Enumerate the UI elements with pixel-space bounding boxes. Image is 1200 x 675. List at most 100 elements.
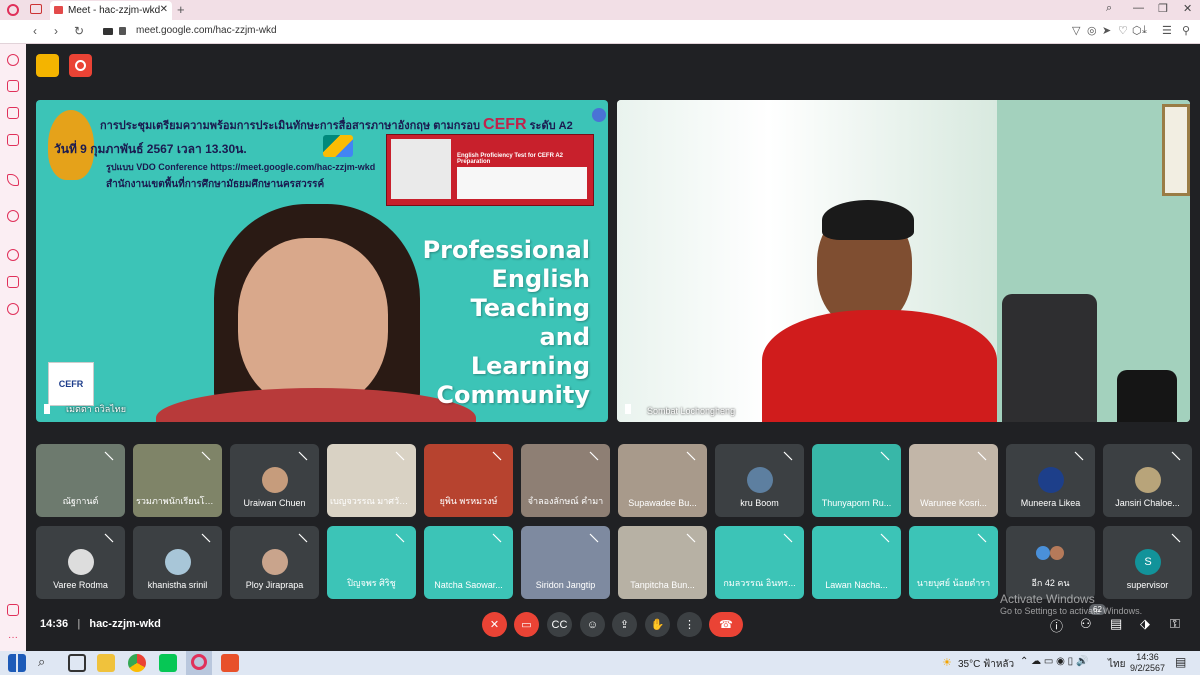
shop-icon[interactable] [7,80,19,92]
camera-toggle-button[interactable]: ▭ [514,612,539,637]
participant-tile[interactable]: รวมภาพนักเรียนโครงการ [133,444,222,517]
windows-start-icon[interactable] [8,654,26,672]
input-language[interactable]: ไทย [1108,657,1125,672]
present-button[interactable]: ⇪ [612,612,637,637]
participant-tile[interactable]: จำลองลักษณ์ คำมา [521,444,610,517]
system-clock[interactable]: 14:36 9/2/2567 [1130,652,1165,674]
participant-tile[interactable]: Uraiwan Chuen [230,444,319,517]
participant-tile[interactable]: kru Boom [715,444,804,517]
participant-tile[interactable]: Natcha Saowar... [424,526,513,599]
tray-icons[interactable]: ⌃ ☁ ▭ ◉ ▯ 🔊 [1020,656,1088,667]
weather-icon[interactable]: ☀ [942,656,952,669]
participant-tile[interactable]: Jansiri Chaloe... [1103,444,1192,517]
task-view-icon[interactable] [68,654,86,672]
activities-icon[interactable]: ⬗ [1140,616,1150,632]
raise-hand-button[interactable]: ✋ [645,612,670,637]
participant-tile-name: Natcha Saowar... [434,580,503,590]
leave-call-button[interactable]: ☎ [709,612,743,637]
people-icon[interactable]: ⚇ [1080,616,1092,632]
extensions-icon[interactable]: ⬡ [1132,24,1142,37]
more-options-button[interactable]: ⋮ [677,612,702,637]
participant-tile[interactable]: S supervisor [1103,526,1192,599]
download-icon[interactable]: ⤓ [1142,24,1147,37]
participant-tile[interactable]: เบญจวรรณ มาศวัฒน์ [327,444,416,517]
gamepad-icon[interactable] [30,4,42,14]
line-app-icon[interactable] [159,654,177,672]
browser-tab-bar: Meet - hac-zzjm-wkd ✕ + ⌕ — ❐ ✕ [0,0,1200,20]
captions-off-icon[interactable] [36,54,59,77]
presenter-face [238,238,388,408]
send-icon[interactable]: ➤ [1102,24,1111,37]
participant-tile[interactable]: Siridon Jangtip [521,526,610,599]
pin-icon[interactable] [625,404,631,414]
cube-icon[interactable] [7,276,19,288]
mic-toggle-button[interactable]: ✕ [482,612,507,637]
chrome-icon[interactable] [128,654,146,672]
menu-icon[interactable]: ☰ [1162,24,1172,37]
host-controls-icon[interactable]: ⚿ [1170,616,1180,632]
forward-button[interactable]: › [54,24,58,38]
url-field[interactable]: meet.google.com/hac-zzjm-wkd [136,25,277,36]
opera-logo-icon[interactable] [7,4,19,16]
emoji-button[interactable]: ☺ [580,612,605,637]
weather-text[interactable]: 35°C ฟ้าหลัว [958,657,1014,672]
wps-icon[interactable] [221,654,239,672]
back-button[interactable]: ‹ [33,24,37,38]
instagram-icon[interactable] [7,134,19,146]
participant-tile-name: ณัฐกานต์ [62,496,99,506]
filter-icon[interactable]: ▽ [1072,24,1080,37]
heart-icon[interactable]: ♡ [1118,24,1128,37]
chat-icon[interactable]: ▤ [1110,616,1122,632]
participant-tile[interactable]: Tanpitcha Bun... [618,526,707,599]
search-icon[interactable]: ⌕ [38,654,56,672]
avatar [262,467,288,493]
avatar [68,549,94,575]
participant-tile[interactable]: Varee Rodma [36,526,125,599]
search-tabs-icon[interactable]: ⌕ [1106,2,1112,15]
settings-icon[interactable] [7,303,19,315]
pin-icon[interactable] [44,404,50,414]
participant-tile[interactable]: ปิญจพร ศิริชู [327,526,416,599]
main-video-presenter[interactable]: การประชุมเตรียมความพร้อมการประเมินทักษะก… [36,100,608,422]
participant-tile[interactable]: Thunyaporn Ru... [812,444,901,517]
notifications-icon[interactable]: ▤ [1175,655,1186,669]
participant-tile[interactable]: ยุพิน พรหมวงษ์ [424,444,513,517]
participant-tile-name: Tanpitcha Bun... [630,580,695,590]
participant-tile[interactable]: กมลวรรณ อินทร... [715,526,804,599]
restore-button[interactable]: ❐ [1158,2,1168,15]
participant-tile[interactable]: Warunee Kosri... [909,444,998,517]
close-window-button[interactable]: ✕ [1183,2,1192,15]
speed-dial-icon[interactable] [7,54,19,66]
file-explorer-icon[interactable] [97,654,115,672]
opera-taskbar-item[interactable] [186,651,212,675]
lock-icon[interactable] [119,27,126,35]
camera-icon[interactable] [103,28,113,35]
recording-icon[interactable] [69,54,92,77]
browser-tab-meet[interactable]: Meet - hac-zzjm-wkd ✕ [50,1,172,20]
more-icon[interactable]: ··· [8,632,18,643]
captions-button[interactable]: CC [547,612,572,637]
participant-tile[interactable]: khanistha srinil [133,526,222,599]
main-video-participant[interactable]: Sombat Lochongheng [617,100,1190,422]
participant-tile[interactable]: นายบุศย์ น้อยตำรา [909,526,998,599]
news-icon[interactable] [7,604,19,616]
twitch-icon[interactable] [7,107,19,119]
history-icon[interactable] [7,249,19,261]
others-tile[interactable]: อีก 42 คน [1006,526,1095,599]
participant-tile[interactable]: ณัฐกานต์ [36,444,125,517]
flow-icon[interactable] [7,174,19,186]
participant-tile[interactable]: Supawadee Bu... [618,444,707,517]
participant-tile[interactable]: Muneera Likea [1006,444,1095,517]
minimize-button[interactable]: — [1133,2,1144,14]
reload-button[interactable]: ↻ [74,24,84,38]
new-tab-button[interactable]: + [177,2,185,17]
close-tab-icon[interactable]: ✕ [160,4,168,15]
activation-watermark: Activate Windows Go to Settings to activ… [1000,592,1143,616]
snapshot-icon[interactable]: ◎ [1087,24,1097,37]
player-icon[interactable] [7,210,19,222]
info-icon[interactable]: ⓘ [1050,616,1063,635]
profile-icon[interactable]: ⚲ [1182,24,1190,37]
participant-tile[interactable]: Lawan Nacha... [812,526,901,599]
meeting-code: hac-zzjm-wkd [89,618,161,630]
participant-tile[interactable]: Ploy Jiraprapa [230,526,319,599]
